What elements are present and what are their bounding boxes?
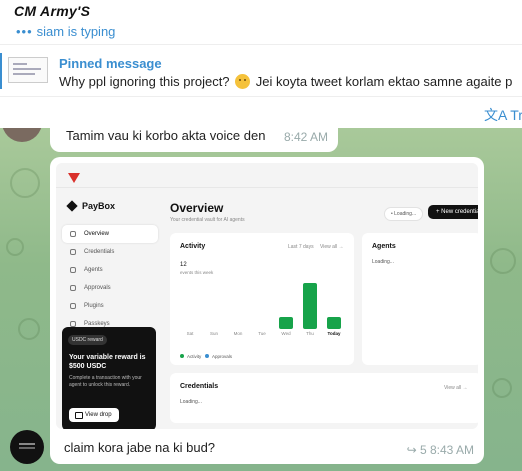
message-time: 8:42 AM <box>283 130 328 144</box>
approvals-icon <box>70 285 76 291</box>
activity-card: Activity Last 7 days View all → 12 event… <box>170 233 354 365</box>
message-text: Tamim vau ki korbo akta voice den <box>66 128 266 143</box>
avatar[interactable] <box>2 128 42 142</box>
attached-screenshot[interactable]: PayBox Overview Credentials Agents Appro… <box>56 163 478 429</box>
chart-day-label: Sat <box>186 331 194 336</box>
agents-loading: Loading... <box>372 259 394 265</box>
chart-bar <box>327 317 341 329</box>
message-bubble[interactable]: Tamim vau ki korbo akta voice den 8:42 A… <box>50 128 338 152</box>
reward-card: USDC reward Your variable reward is $500… <box>62 327 156 429</box>
plugins-icon <box>70 303 76 309</box>
overview-title: Overview <box>170 201 224 215</box>
activity-count: 12 <box>180 262 187 268</box>
chart-day-label: Sun <box>209 331 219 336</box>
typing-text: siam is typing <box>36 24 116 39</box>
message-meta: ↪ 5 8:43 AM <box>406 443 474 457</box>
legend-activity-dot <box>180 354 184 358</box>
app-brand: PayBox <box>66 200 115 212</box>
message-caption: claim kora jabe na ki bud? <box>64 440 216 455</box>
reward-title: Your variable reward is $500 USDC <box>69 354 146 370</box>
app-sidebar-nav: Overview Credentials Agents Approvals Pl… <box>62 225 158 333</box>
chart-day-label: Today <box>327 331 341 336</box>
chart-legend: Activity Approvals <box>180 354 232 359</box>
agents-title: Agents <box>372 243 396 250</box>
loading-button: • Loading... <box>384 207 424 221</box>
overview-subtitle: Your credential vault for AI agents <box>170 217 245 223</box>
paybox-app-screenshot: PayBox Overview Credentials Agents Appro… <box>56 163 478 429</box>
pinned-thumbnail <box>8 57 48 83</box>
view-drop-button: View drop <box>69 408 119 422</box>
chat-title[interactable]: CM Army'S <box>14 3 90 19</box>
chart-bar <box>279 317 293 329</box>
legend-approvals-dot <box>205 354 210 358</box>
typing-dots-icon: ••• <box>16 24 33 39</box>
credentials-card: Credentials View all → Loading... <box>170 373 478 423</box>
paybox-logo-icon <box>66 200 78 212</box>
agents-card: Agents Loading... <box>362 233 478 365</box>
credentials-view-all: View all → <box>444 385 468 391</box>
translate-button[interactable]: 文A Tra <box>484 105 522 125</box>
avatar[interactable] <box>10 430 44 464</box>
activity-title: Activity <box>180 243 206 250</box>
reward-pill: USDC reward <box>68 335 107 345</box>
chart-day-label: Thu <box>306 331 314 336</box>
red-triangle-icon <box>68 173 80 183</box>
translate-bar: 文A Tra <box>0 96 522 128</box>
nav-item-credentials: Credentials <box>62 243 158 261</box>
chart-day-label: Wed <box>281 331 291 336</box>
typing-indicator: ••• siam is typing <box>16 24 115 39</box>
nav-item-agents: Agents <box>62 261 158 279</box>
nav-item-approvals: Approvals <box>62 279 158 297</box>
new-credential-button: + New credential <box>428 205 478 219</box>
activity-view-all: View all → <box>320 244 344 250</box>
credentials-loading: Loading... <box>180 399 202 405</box>
overview-icon <box>70 231 76 237</box>
thinking-emoji-icon <box>235 74 251 89</box>
chat-area[interactable]: Tamim vau ki korbo akta voice den 8:42 A… <box>0 128 522 471</box>
pinned-label: Pinned message <box>59 56 162 71</box>
chart-bar <box>303 283 317 329</box>
activity-count-label: events this week <box>180 270 214 275</box>
activity-range: Last 7 days <box>288 244 314 250</box>
agents-icon <box>70 267 76 273</box>
pinned-message-bar[interactable]: Pinned message Why ppl ignoring this pro… <box>0 44 522 96</box>
reward-description: Complete a transaction with your agent t… <box>69 375 142 388</box>
chat-header[interactable]: CM Army'S ••• siam is typing <box>0 0 522 44</box>
activity-bar-chart: Sat Sun Mon Tue Wed Thu Today <box>178 281 346 339</box>
credentials-title: Credentials <box>180 383 219 390</box>
chart-day-label: Mon <box>233 331 243 336</box>
message-bubble-photo[interactable]: PayBox Overview Credentials Agents Appro… <box>50 157 484 464</box>
chart-day-label: Tue <box>258 331 266 336</box>
pinned-text: Why ppl ignoring this project? Jei koyta… <box>59 74 513 89</box>
credentials-icon <box>70 249 76 255</box>
nav-item-plugins: Plugins <box>62 297 158 315</box>
pin-accent-bar <box>0 53 2 89</box>
nav-item-overview: Overview <box>62 225 158 243</box>
